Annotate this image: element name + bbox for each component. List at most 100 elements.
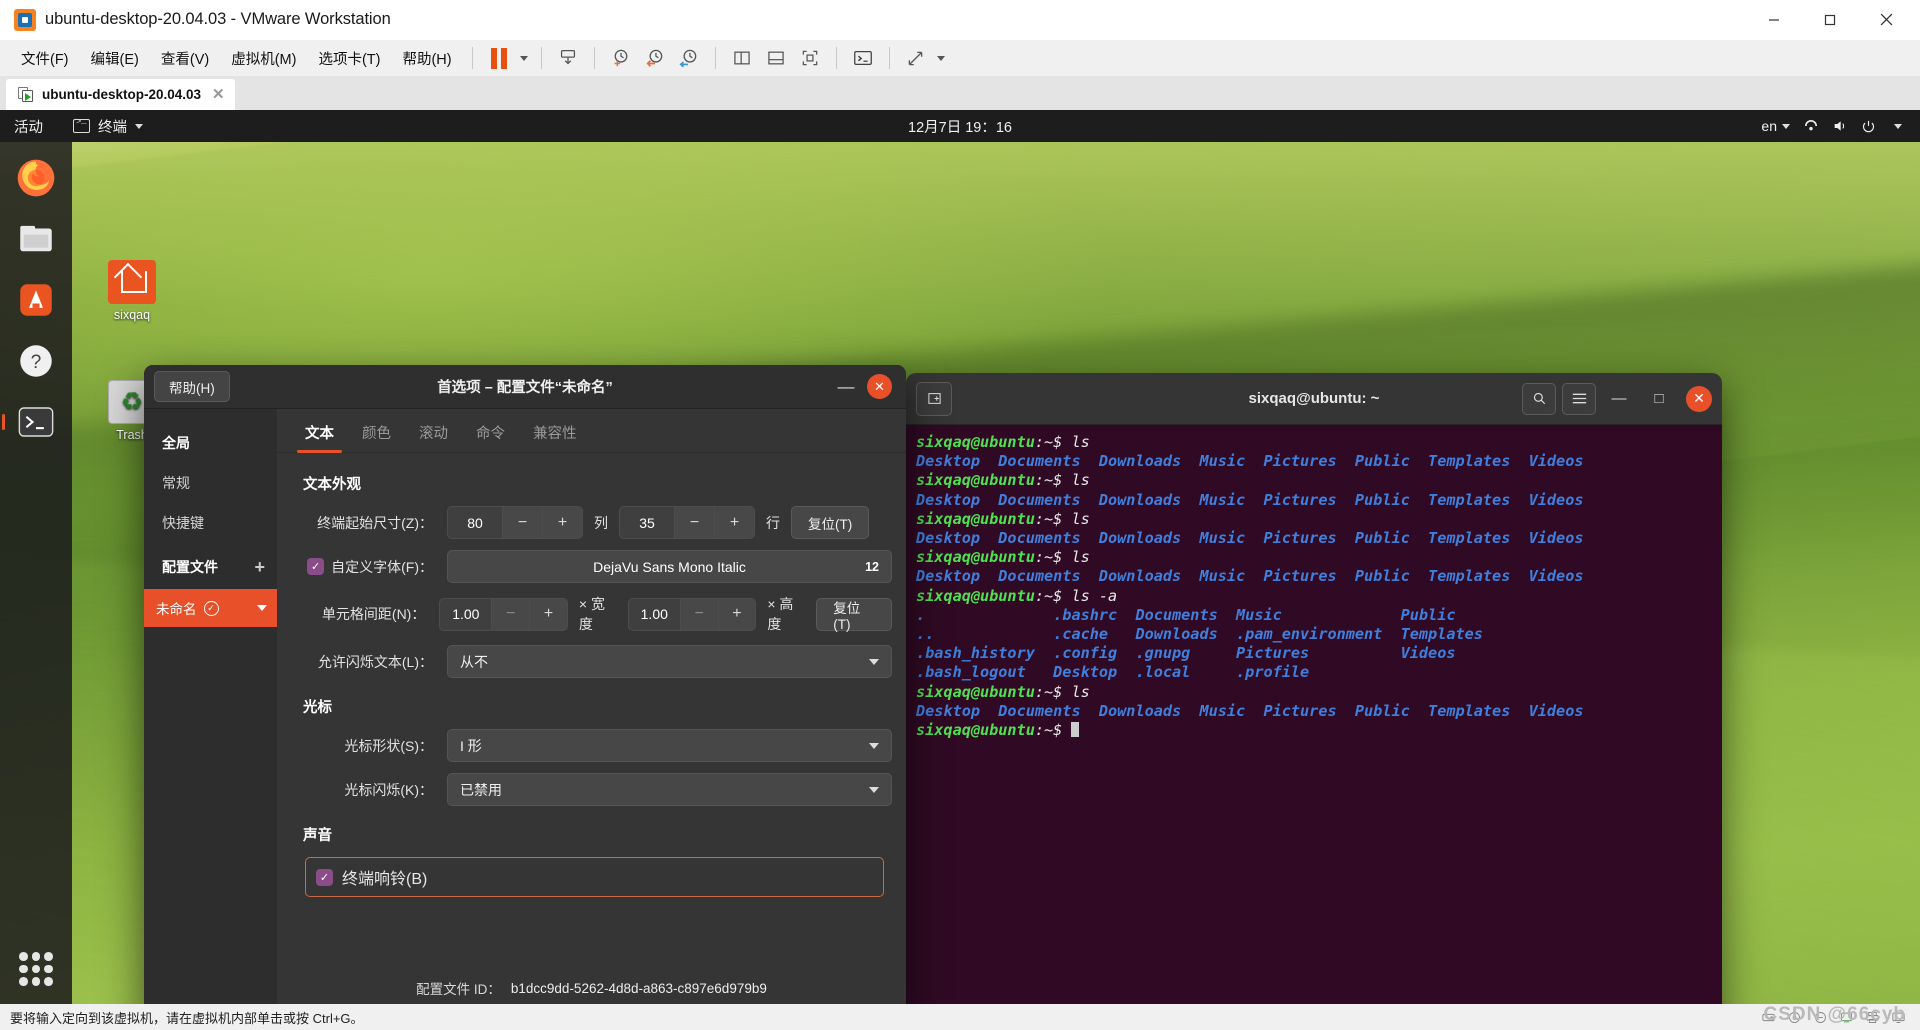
- show-applications-button[interactable]: [15, 948, 57, 990]
- add-profile-icon[interactable]: +: [254, 558, 265, 576]
- font-chooser-button[interactable]: DejaVu Sans Mono Italic 12: [447, 550, 892, 583]
- desktop-icon-label: sixqaq: [113, 308, 151, 322]
- window-close-button[interactable]: [1858, 0, 1914, 40]
- tab-scrolling[interactable]: 滚动: [405, 422, 462, 452]
- chevron-down-icon[interactable]: [257, 605, 267, 611]
- rows-stepper[interactable]: 35 − +: [619, 506, 755, 539]
- rows-value[interactable]: 35: [620, 507, 674, 538]
- dock-item-help[interactable]: ?: [10, 335, 62, 387]
- dock-item-firefox[interactable]: [10, 152, 62, 204]
- terminal-maximize-button[interactable]: □: [1642, 383, 1676, 415]
- sidebar-profiles-label: 配置文件: [162, 559, 218, 575]
- power-icon[interactable]: [1860, 118, 1877, 135]
- volume-icon[interactable]: [1831, 118, 1848, 135]
- menu-file[interactable]: 文件(F): [10, 43, 80, 74]
- tab-command[interactable]: 命令: [462, 422, 519, 452]
- help-button[interactable]: 帮助(H): [154, 371, 230, 402]
- dock-item-terminal[interactable]: [2, 396, 62, 448]
- tab-colors[interactable]: 颜色: [348, 422, 405, 452]
- reset-size-button[interactable]: 复位(T): [791, 506, 870, 539]
- tab-compatibility[interactable]: 兼容性: [519, 422, 591, 452]
- search-icon[interactable]: [1522, 382, 1556, 415]
- dock-item-files[interactable]: [10, 213, 62, 265]
- power-dropdown-icon[interactable]: [516, 43, 532, 73]
- send-ctrl-alt-del-icon[interactable]: [551, 43, 585, 73]
- cell-width-increment-button[interactable]: +: [529, 598, 567, 630]
- stretch-dropdown-icon[interactable]: [933, 43, 949, 73]
- terminal-user: sixqaq@ubuntu: [916, 471, 1035, 490]
- cursor-shape-select[interactable]: I 形: [447, 729, 892, 762]
- vm-tab-close-icon[interactable]: ✕: [212, 87, 225, 102]
- terminal-bell-checkbox[interactable]: ✓: [316, 868, 333, 886]
- menu-view[interactable]: 查看(V): [150, 43, 220, 74]
- menu-help[interactable]: 帮助(H): [391, 43, 462, 74]
- cell-width-decrement-button[interactable]: −: [491, 598, 530, 630]
- profile-name-label: 未命名: [156, 602, 197, 617]
- sidebar-item-shortcuts[interactable]: 快捷键: [144, 503, 277, 543]
- custom-font-checkbox[interactable]: ✓: [307, 558, 325, 575]
- cell-spacing-label: 单元格间距(N)：: [321, 606, 426, 622]
- terminal-close-button[interactable]: ✕: [1686, 385, 1712, 412]
- new-tab-icon[interactable]: [916, 381, 952, 416]
- cell-height-stepper[interactable]: 1.00 − +: [627, 597, 757, 631]
- vmware-statusbar: 要将输入定向到该虚拟机，请在虚拟机内部单击或按 Ctrl+G。: [0, 1004, 1920, 1030]
- cell-height-value[interactable]: 1.00: [629, 599, 680, 630]
- sidebar-item-general[interactable]: 常规: [144, 463, 277, 503]
- window-maximize-button[interactable]: [1802, 0, 1858, 40]
- take-snapshot-icon[interactable]: [604, 43, 638, 73]
- blinking-text-select[interactable]: 从不: [447, 645, 892, 678]
- reset-spacing-button[interactable]: 复位(T): [816, 597, 893, 632]
- revert-snapshot-icon[interactable]: [638, 43, 672, 73]
- show-left-sidebar-icon[interactable]: [725, 43, 759, 73]
- terminal-output-line: Desktop Documents Downloads Music Pictur…: [916, 702, 1712, 721]
- fullscreen-icon[interactable]: [793, 43, 827, 73]
- terminal-bell-row[interactable]: ✓ 终端响铃(B): [305, 857, 884, 897]
- network-icon[interactable]: [1802, 118, 1819, 135]
- menu-edit[interactable]: 编辑(E): [80, 43, 150, 74]
- vm-tab-ubuntu[interactable]: ubuntu-desktop-20.04.03 ✕: [6, 79, 235, 110]
- terminal-output[interactable]: sixqaq@ubuntu:~$ ls Desktop Documents Dow…: [906, 425, 1722, 1004]
- stretch-guest-icon[interactable]: [899, 43, 933, 73]
- tab-text[interactable]: 文本: [291, 422, 348, 453]
- custom-font-label-group[interactable]: ✓ 自定义字体(F)：: [295, 557, 447, 577]
- preferences-close-button[interactable]: ✕: [867, 374, 892, 399]
- menubar-divider-5: [835, 47, 837, 69]
- cell-width-value[interactable]: 1.00: [440, 599, 491, 630]
- profile-id-label: 配置文件 ID：: [416, 982, 501, 997]
- cell-height-decrement-button[interactable]: −: [679, 598, 718, 630]
- keyboard-layout-indicator[interactable]: en: [1761, 118, 1790, 134]
- manage-snapshots-icon[interactable]: [672, 43, 706, 73]
- dock-item-software[interactable]: [10, 274, 62, 326]
- console-view-icon[interactable]: [846, 43, 880, 73]
- row-blinking-text: 允许闪烁文本(L)： 从不: [295, 645, 892, 678]
- suspend-icon[interactable]: [482, 43, 516, 73]
- menu-tabs[interactable]: 选项卡(T): [307, 43, 391, 74]
- hamburger-icon[interactable]: [1562, 382, 1596, 415]
- menu-vm[interactable]: 虚拟机(M): [220, 43, 307, 74]
- app-menu-terminal[interactable]: 终端: [73, 116, 143, 137]
- rows-decrement-button[interactable]: −: [674, 507, 714, 538]
- desktop-icon-home[interactable]: sixqaq: [90, 260, 174, 322]
- columns-decrement-button[interactable]: −: [502, 507, 542, 538]
- preferences-tabs: 文本 颜色 滚动 命令 兼容性: [277, 409, 906, 453]
- preferences-minimize-button[interactable]: —: [835, 377, 857, 397]
- show-bottom-panel-icon[interactable]: [759, 43, 793, 73]
- activities-button[interactable]: 活动: [14, 116, 43, 137]
- terminal-user: sixqaq@ubuntu: [916, 586, 1035, 605]
- sidebar-profile-unnamed[interactable]: 未命名 ✓: [144, 589, 277, 627]
- terminal-window-controls: — □ ✕: [1522, 382, 1712, 415]
- columns-value[interactable]: 80: [448, 507, 502, 538]
- cell-height-increment-button[interactable]: +: [717, 598, 756, 630]
- cell-width-stepper[interactable]: 1.00 − +: [439, 597, 568, 631]
- window-minimize-button[interactable]: [1746, 0, 1802, 40]
- panel-clock[interactable]: 12月7日 19：16: [0, 116, 1920, 137]
- system-menu-chevron-icon[interactable]: [1889, 118, 1906, 135]
- terminal-command: ls: [1071, 509, 1090, 528]
- sidebar-item-global[interactable]: 全局: [144, 423, 277, 463]
- rows-increment-button[interactable]: +: [714, 507, 754, 538]
- terminal-command: ls: [1071, 471, 1090, 490]
- cursor-blink-select[interactable]: 已禁用: [447, 773, 892, 806]
- columns-increment-button[interactable]: +: [542, 507, 582, 538]
- columns-stepper[interactable]: 80 − +: [447, 506, 583, 539]
- terminal-minimize-button[interactable]: —: [1602, 383, 1636, 415]
